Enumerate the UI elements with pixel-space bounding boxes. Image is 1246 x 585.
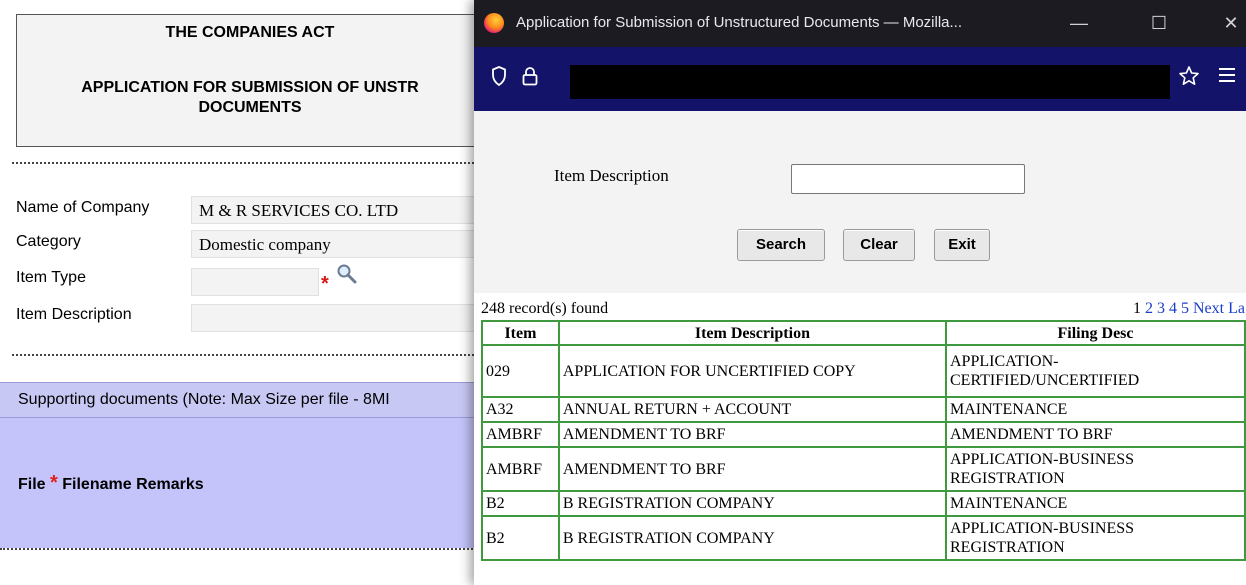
- records-found-count: 248 record(s) found: [481, 300, 609, 317]
- item-type-label: Item Type: [16, 269, 86, 286]
- item-type-field[interactable]: [191, 268, 319, 296]
- page-link[interactable]: 4: [1169, 300, 1177, 317]
- supporting-documents-columns: File * Filename Remarks: [18, 472, 204, 495]
- filing-desc-cell[interactable]: APPLICATION-BUSINESS REGISTRATION: [945, 515, 1246, 561]
- window-title: Application for Submission of Unstructur…: [516, 14, 963, 31]
- item-description-field: [191, 304, 491, 332]
- divider: [12, 354, 486, 356]
- item-description-cell[interactable]: ANNUAL RETURN + ACCOUNT: [557, 396, 948, 423]
- table-row[interactable]: B2 B REGISTRATION COMPANY MAINTENANCE: [481, 490, 1246, 517]
- category-field: Domestic company: [191, 230, 491, 258]
- company-label: Name of Company: [16, 199, 150, 216]
- window-titlebar[interactable]: Application for Submission of Unstructur…: [474, 0, 1246, 47]
- item-code-cell[interactable]: B2: [481, 515, 560, 561]
- minimize-button[interactable]: —: [1064, 8, 1094, 38]
- page-link[interactable]: 5: [1181, 300, 1189, 317]
- lookup-popup-window: Application for Submission of Unstructur…: [474, 0, 1246, 585]
- item-description-label: Item Description: [16, 306, 132, 323]
- filing-desc-cell[interactable]: APPLICATION-CERTIFIED/UNCERTIFIED: [945, 344, 1246, 398]
- page-link[interactable]: 2: [1145, 300, 1153, 317]
- table-header-row: Item Item Description Filing Desc: [481, 320, 1246, 346]
- firefox-logo-icon: [484, 13, 504, 33]
- item-code-cell[interactable]: AMBRF: [481, 421, 560, 448]
- required-star-icon: *: [50, 472, 58, 494]
- column-header-filing-desc: Filing Desc: [945, 320, 1246, 346]
- close-button[interactable]: ✕: [1216, 8, 1246, 38]
- shield-icon[interactable]: [492, 66, 506, 86]
- filename-column-header: Filename: [62, 476, 132, 493]
- table-row[interactable]: AMBRF AMENDMENT TO BRF APPLICATION-BUSIN…: [481, 446, 1246, 492]
- required-star-icon: *: [321, 273, 329, 295]
- menu-icon[interactable]: [1218, 65, 1236, 85]
- column-header-item: Item: [481, 320, 560, 346]
- form-subtitle-line1: APPLICATION FOR SUBMISSION OF UNSTR: [81, 79, 419, 96]
- search-item-description-label: Item Description: [554, 166, 669, 185]
- divider: [12, 162, 486, 164]
- form-title: THE COMPANIES ACT: [165, 24, 335, 41]
- pagination: 1 2 3 4 5 Next La: [1133, 300, 1245, 318]
- url-bar[interactable]: [570, 65, 1170, 99]
- supporting-documents-header: Supporting documents (Note: Max Size per…: [0, 382, 500, 418]
- search-button[interactable]: Search: [737, 229, 825, 261]
- category-label: Category: [16, 233, 81, 250]
- remarks-column-header: Remarks: [136, 476, 204, 493]
- last-page-link[interactable]: La: [1228, 300, 1245, 317]
- table-row[interactable]: 029 APPLICATION FOR UNCERTIFIED COPY APP…: [481, 344, 1246, 398]
- column-header-item-description: Item Description: [557, 320, 948, 346]
- company-field: M & R SERVICES CO. LTD: [191, 196, 491, 224]
- item-description-cell[interactable]: B REGISTRATION COMPANY: [557, 515, 948, 561]
- magnifier-lookup-icon[interactable]: [336, 263, 358, 285]
- item-code-cell[interactable]: A32: [481, 396, 560, 423]
- item-description-cell[interactable]: B REGISTRATION COMPANY: [557, 490, 948, 517]
- item-description-cell[interactable]: APPLICATION FOR UNCERTIFIED COPY: [557, 344, 948, 398]
- item-description-cell[interactable]: AMENDMENT TO BRF: [557, 446, 948, 492]
- divider: [0, 548, 480, 550]
- filing-desc-cell[interactable]: MAINTENANCE: [945, 490, 1246, 517]
- filing-desc-cell[interactable]: MAINTENANCE: [945, 396, 1246, 423]
- browser-navbar: [474, 47, 1246, 111]
- item-code-cell[interactable]: B2: [481, 490, 560, 517]
- table-row[interactable]: A32 ANNUAL RETURN + ACCOUNT MAINTENANCE: [481, 396, 1246, 423]
- item-code-cell[interactable]: 029: [481, 344, 560, 398]
- exit-button[interactable]: Exit: [934, 229, 990, 261]
- table-row[interactable]: B2 B REGISTRATION COMPANY APPLICATION-BU…: [481, 515, 1246, 561]
- item-code-cell[interactable]: AMBRF: [481, 446, 560, 492]
- form-subtitle: APPLICATION FOR SUBMISSION OF UNSTR DOCU…: [0, 78, 500, 118]
- results-table: Item Item Description Filing Desc 029 AP…: [481, 320, 1246, 561]
- filing-desc-cell[interactable]: AMENDMENT TO BRF: [945, 421, 1246, 448]
- item-description-cell[interactable]: AMENDMENT TO BRF: [557, 421, 948, 448]
- lock-icon[interactable]: [522, 66, 538, 86]
- maximize-button[interactable]: ☐: [1144, 8, 1174, 38]
- form-subtitle-line2: DOCUMENTS: [198, 99, 302, 116]
- filing-desc-cell[interactable]: APPLICATION-BUSINESS REGISTRATION: [945, 446, 1246, 492]
- search-item-description-input[interactable]: [791, 164, 1025, 194]
- bookmark-star-icon[interactable]: [1178, 65, 1200, 87]
- clear-button[interactable]: Clear: [843, 229, 915, 261]
- page-link[interactable]: 3: [1157, 300, 1165, 317]
- file-column-header: File: [18, 476, 46, 493]
- table-row[interactable]: AMBRF AMENDMENT TO BRF AMENDMENT TO BRF: [481, 421, 1246, 448]
- current-page: 1: [1133, 300, 1141, 317]
- next-page-link[interactable]: Next: [1193, 300, 1224, 317]
